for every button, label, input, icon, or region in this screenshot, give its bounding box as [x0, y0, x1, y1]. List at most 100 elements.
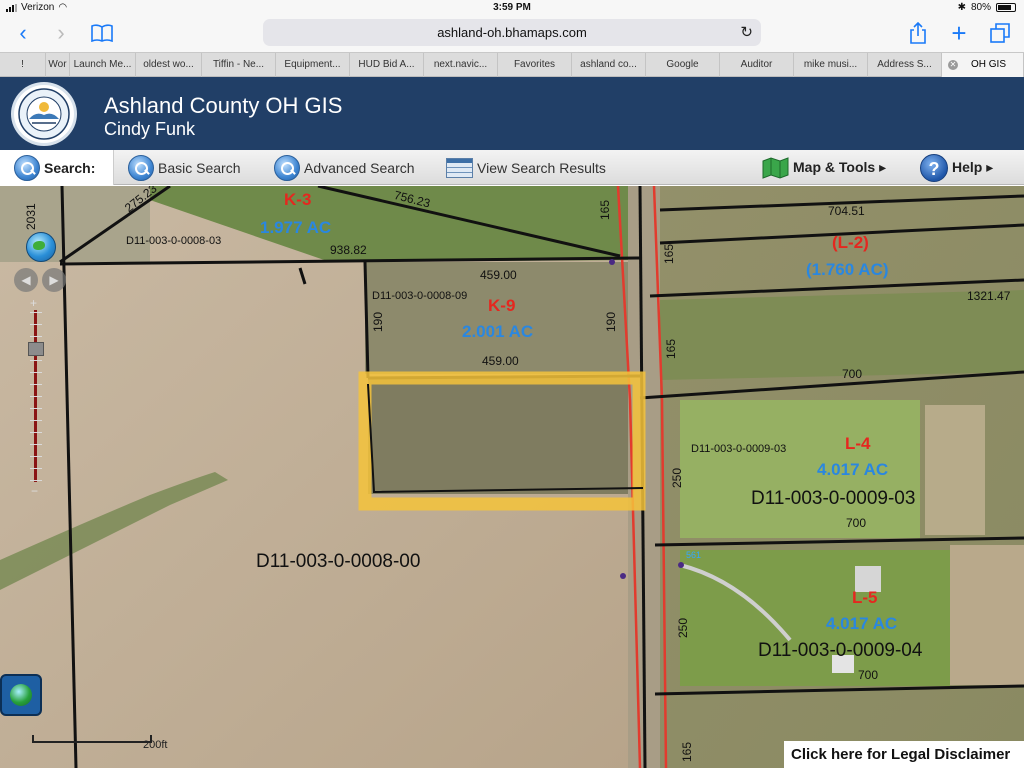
pan-right-button[interactable]: ▶: [42, 268, 66, 292]
map-label-d11-0008-09: D11-003-0-0008-09: [372, 290, 468, 302]
table-icon: [446, 157, 473, 178]
zoom-slider-ticks: [30, 312, 42, 482]
browser-toolbar: ‹ › ashland-oh.bhamaps.com ↻ +: [0, 16, 1024, 52]
tab-5[interactable]: Equipment...: [276, 53, 350, 77]
map-label-dim-700-a: 700: [842, 367, 863, 381]
battery-group: ✱ 80%: [958, 2, 1016, 13]
forward-button[interactable]: ›: [50, 20, 72, 46]
tab-label: Launch Me...: [73, 59, 132, 70]
tab-label: OH GIS: [970, 59, 1006, 70]
tab-7[interactable]: next.navic...: [424, 53, 498, 77]
map-icon: [762, 156, 789, 179]
advanced-search-button[interactable]: Advanced Search: [274, 150, 415, 185]
help-button[interactable]: ? Help ▸: [920, 150, 993, 185]
map-label-k3-letter: K-3: [284, 190, 312, 209]
map-label-d11-0009-03-small: D11-003-0-0009-03: [691, 443, 787, 455]
tab-4[interactable]: Tiffin - Ne...: [202, 53, 276, 77]
view-results-label: View Search Results: [477, 159, 606, 176]
help-icon: ?: [920, 153, 948, 182]
reload-icon[interactable]: ↻: [740, 19, 753, 46]
tab-label: Auditor: [740, 59, 773, 70]
tab-14-active[interactable]: ✕ OH GIS: [942, 53, 1024, 77]
map-label-dim-165-top: 165: [598, 199, 612, 220]
bluetooth-icon: ✱: [957, 2, 966, 13]
view-search-results-button[interactable]: View Search Results: [446, 150, 606, 185]
globe-icon[interactable]: [26, 232, 56, 262]
map-label-dim-45900-a: 459.00: [480, 268, 517, 282]
map-label-l5-letter: L-5: [852, 588, 878, 607]
pan-left-button[interactable]: ◀: [14, 268, 38, 292]
map-view[interactable]: K-3 1.977 AC 756.23 275.23 2031 D11-003-0-000…: [0, 186, 1024, 768]
map-label-l5-acre: 4.017 AC: [826, 614, 898, 633]
advanced-search-label: Advanced Search: [304, 159, 415, 176]
map-label-dim-700-c: 700: [858, 668, 879, 682]
zoom-in-button[interactable]: +: [30, 296, 37, 310]
tab-11[interactable]: Auditor: [720, 53, 794, 77]
tab-13[interactable]: Address S...: [868, 53, 942, 77]
url-text: ashland-oh.bhamaps.com: [437, 25, 587, 40]
battery-percent: 80%: [970, 2, 991, 13]
user-name: Cindy Funk: [104, 119, 196, 139]
gis-menu-bar: Search: Basic Search Advanced Search Vie…: [0, 150, 1024, 185]
tab-12[interactable]: mike musi...: [794, 53, 868, 77]
new-tab-button[interactable]: +: [947, 18, 971, 48]
map-label-d11-0009-03-big: D11-003-0-0009-03: [751, 488, 916, 509]
zoom-out-button[interactable]: −: [31, 484, 38, 498]
map-label-k9-letter: K-9: [488, 296, 516, 315]
map-label-dim-700-b: 700: [846, 516, 867, 530]
basemap-toggle-button[interactable]: [0, 674, 42, 716]
map-label-l2-letter: (L-2): [832, 233, 869, 252]
tab-label: !: [21, 59, 24, 70]
battery-icon: [996, 3, 1016, 12]
tab-10[interactable]: Google: [646, 53, 720, 77]
gis-header: Ashland County OH GIS Cindy Funk: [0, 77, 1024, 150]
tab-label: Wor: [48, 59, 67, 70]
tab-9[interactable]: ashland co...: [572, 53, 646, 77]
tab-label: HUD Bid A...: [358, 59, 415, 70]
map-label-dim-165-b: 165: [662, 243, 676, 264]
bookmarks-button[interactable]: [89, 20, 115, 46]
map-label-dim-70451: 704.51: [828, 204, 865, 218]
map-tools-label: Map & Tools ▸: [793, 159, 887, 175]
map-label-dim-165-bottom: 165: [680, 741, 694, 762]
tab-2[interactable]: Launch Me...: [70, 53, 136, 77]
address-bar[interactable]: ashland-oh.bhamaps.com ↻: [263, 19, 761, 46]
map-label-d11-0009-04: D11-003-0-0009-04: [758, 640, 923, 661]
tab-1[interactable]: Wor: [46, 53, 70, 77]
map-label-l4-acre: 4.017 AC: [817, 460, 889, 479]
back-button[interactable]: ‹: [12, 20, 34, 46]
map-label-dim-2031: 2031: [24, 203, 38, 230]
tabs-icon: [990, 23, 1010, 43]
tab-label: Google: [666, 59, 699, 70]
tab-3[interactable]: oldest wo...: [136, 53, 202, 77]
map-label-dim-190-l: 190: [371, 311, 385, 332]
scale-label: 200ft: [143, 739, 168, 751]
map-tools-button[interactable]: Map & Tools ▸: [762, 150, 886, 185]
tab-label: mike musi...: [803, 59, 858, 70]
legal-disclaimer-link[interactable]: Click here for Legal Disclaimer: [784, 741, 1024, 768]
search-menu[interactable]: Search:: [0, 150, 114, 185]
map-label-dim-45900-b: 459.00: [482, 354, 519, 368]
share-button[interactable]: [906, 20, 930, 46]
map-label-dim-93882: 938.82: [330, 243, 367, 257]
tab-0[interactable]: !: [0, 53, 46, 77]
close-tab-icon[interactable]: ✕: [948, 60, 958, 70]
tab-label: oldest wo...: [143, 59, 194, 70]
tab-bar: ! Wor Launch Me... oldest wo... Tiffin -…: [0, 52, 1024, 77]
tab-label: Equipment...: [284, 59, 341, 70]
county-seal-logo: [11, 82, 77, 146]
zoom-slider-handle[interactable]: [28, 342, 44, 356]
search-icon: [14, 154, 40, 181]
help-label: Help ▸: [952, 159, 994, 175]
search-icon: [274, 154, 300, 181]
tab-label: Address S...: [877, 59, 932, 70]
map-label-blue-561: 561: [686, 550, 702, 560]
basic-search-button[interactable]: Basic Search: [128, 150, 240, 185]
map-label-dim-250-a: 250: [670, 467, 684, 488]
tab-8[interactable]: Favorites: [498, 53, 572, 77]
tab-label: ashland co...: [580, 59, 637, 70]
tabs-button[interactable]: [988, 20, 1012, 46]
clock: 3:59 PM: [493, 2, 531, 13]
tab-6[interactable]: HUD Bid A...: [350, 53, 424, 77]
scale-bar: [32, 735, 152, 743]
